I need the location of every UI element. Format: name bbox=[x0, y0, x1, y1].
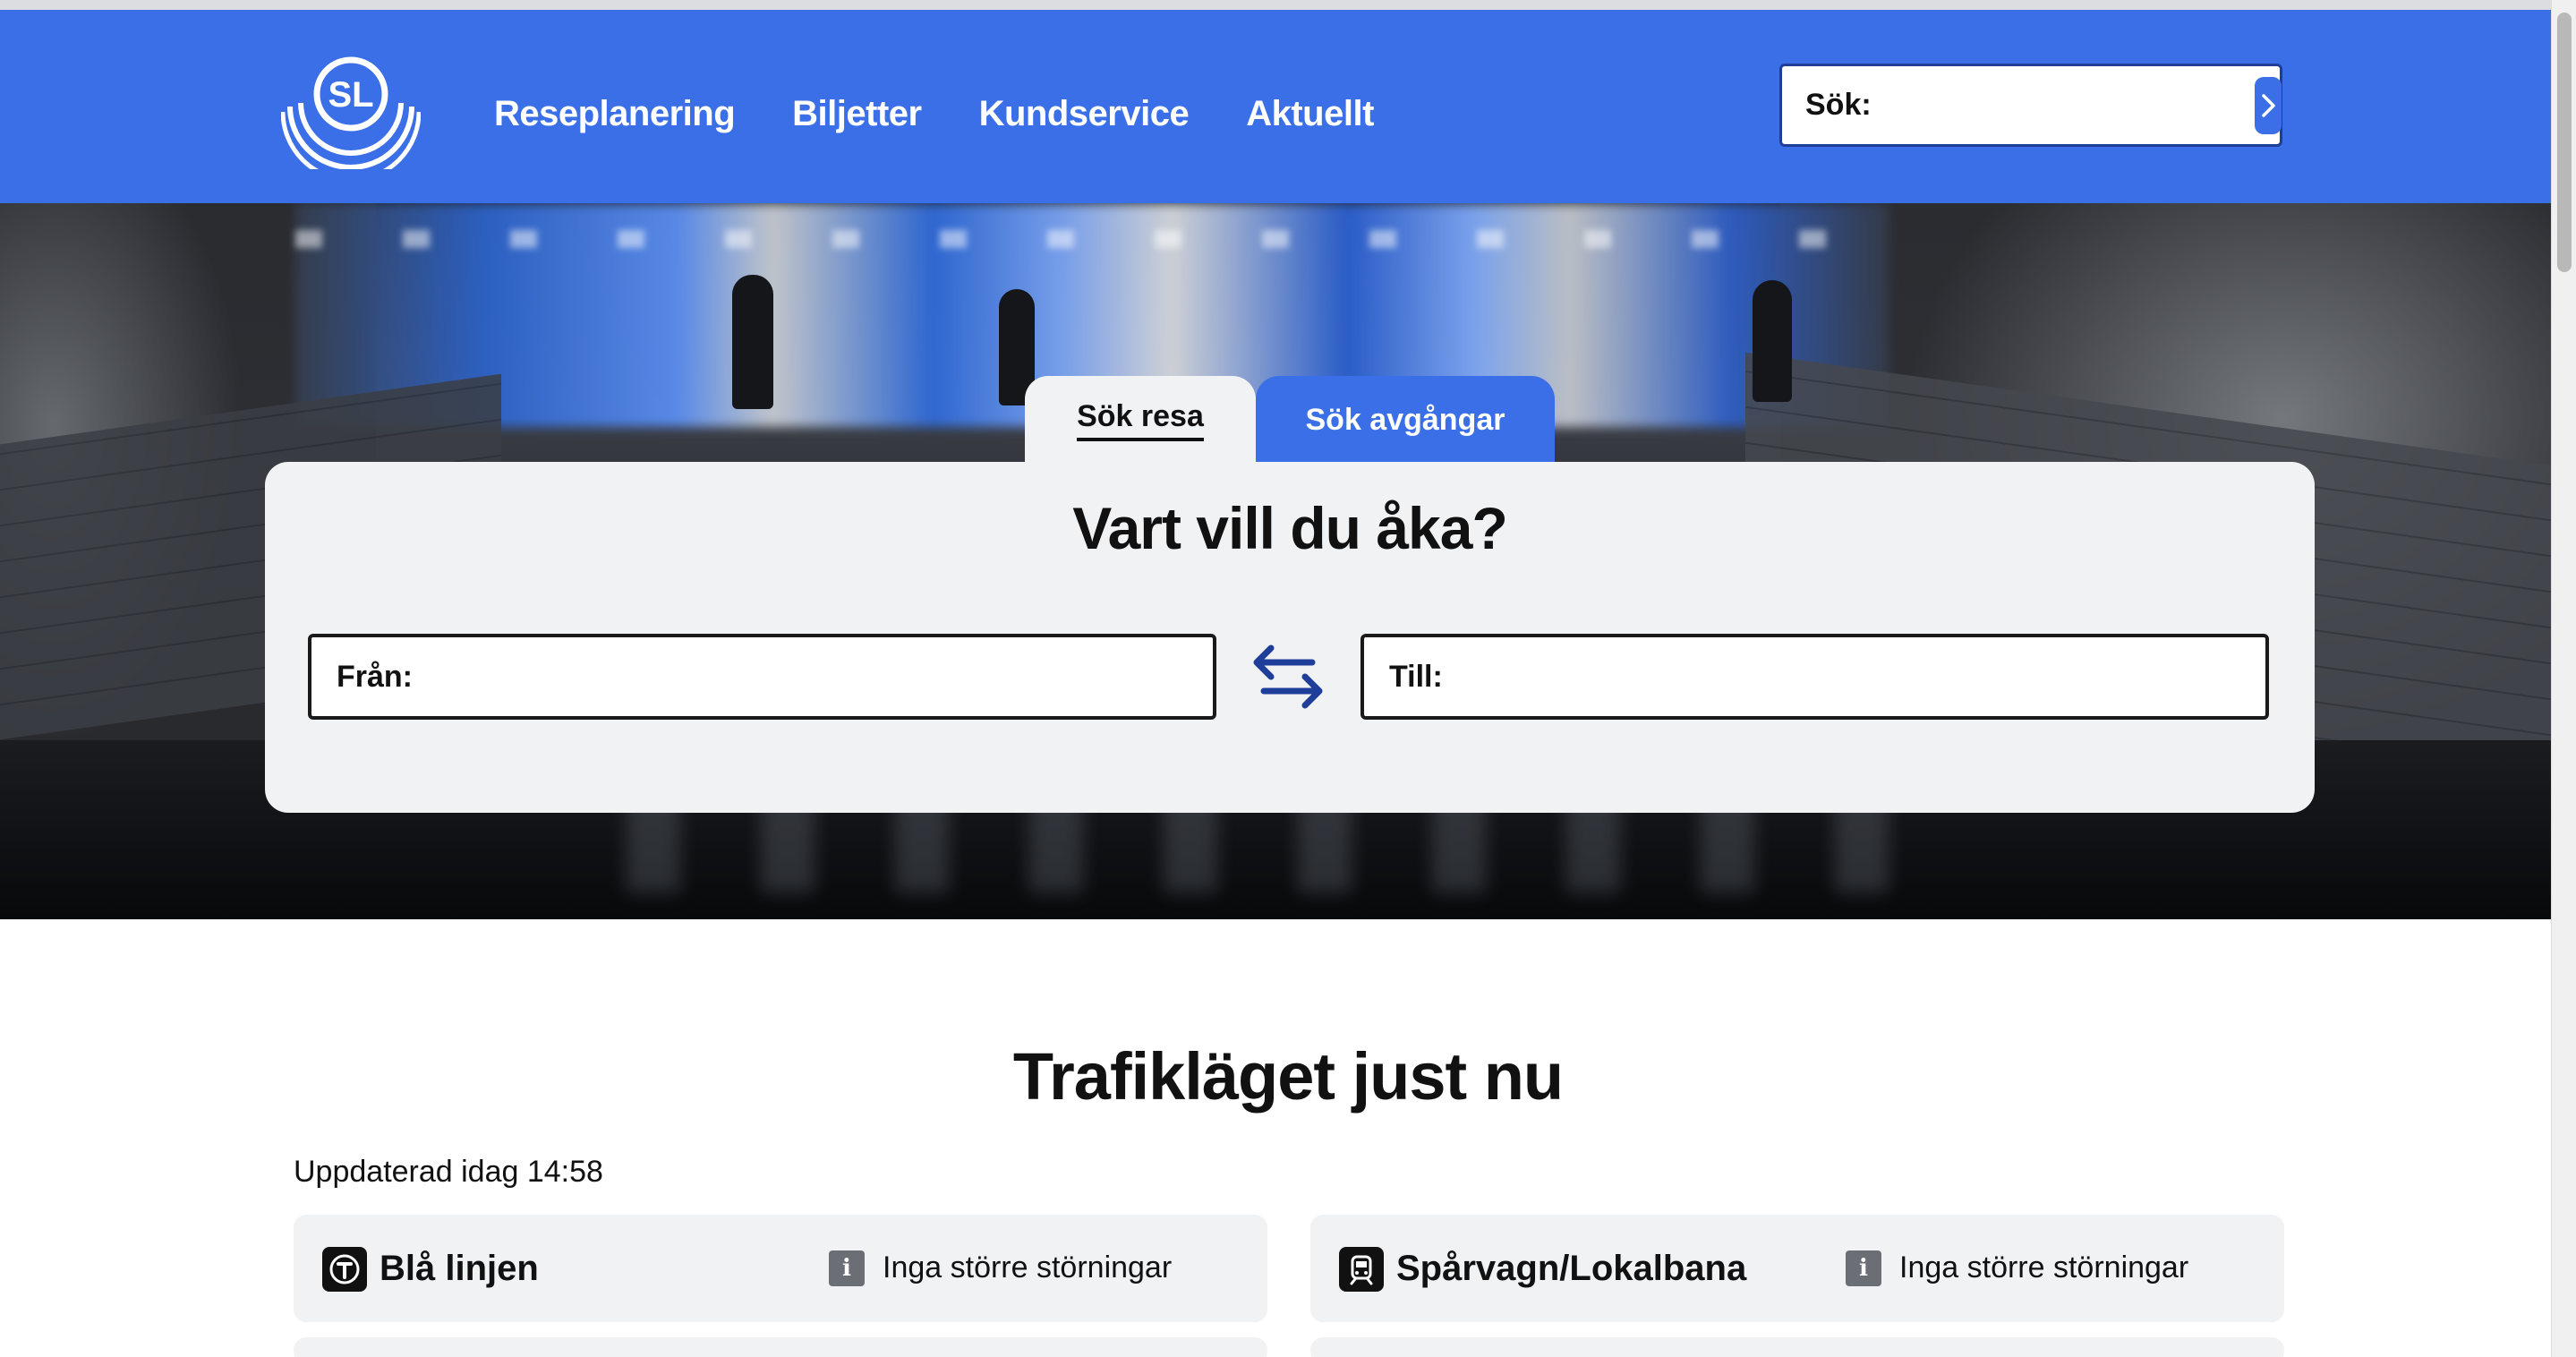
site-search-box: Sök: bbox=[1779, 64, 2282, 147]
info-icon: i bbox=[829, 1250, 865, 1286]
site-search-submit-button[interactable] bbox=[2254, 76, 2282, 134]
traffic-card-bla-linjen[interactable]: Blå linjen i Inga större störningar bbox=[294, 1215, 1267, 1322]
tab-sok-avgangar[interactable]: Sök avgångar bbox=[1256, 376, 1555, 464]
swap-button[interactable] bbox=[1250, 641, 1326, 713]
hero-train-lights bbox=[295, 230, 1889, 248]
from-label: Från: bbox=[337, 659, 413, 694]
traffic-card-sparvagn-lokalbana[interactable]: Spårvagn/Lokalbana i Inga större störnin… bbox=[1310, 1215, 2284, 1322]
nav-aktuellt[interactable]: Aktuellt bbox=[1246, 81, 1374, 146]
from-input[interactable] bbox=[422, 650, 1198, 704]
tab-sok-avgangar-label: Sök avgångar bbox=[1305, 402, 1506, 437]
swap-arrows-icon bbox=[1253, 644, 1323, 709]
browser-top-strip bbox=[0, 0, 2551, 10]
hero-person-walking bbox=[732, 275, 773, 409]
site-search-label: Sök: bbox=[1805, 88, 1872, 122]
site-header: SL Reseplanering Biljetter Kundservice A… bbox=[0, 10, 2551, 203]
planner-heading: Vart vill du åka? bbox=[1072, 495, 1508, 561]
tab-sok-resa-label: Sök resa bbox=[1077, 399, 1204, 441]
page-scrollbar[interactable] bbox=[2551, 0, 2576, 1357]
to-input[interactable] bbox=[1451, 650, 2251, 704]
metro-icon bbox=[322, 1247, 367, 1292]
to-field[interactable]: Till: bbox=[1361, 634, 2269, 720]
traffic-line-status: Inga större störningar bbox=[883, 1250, 1173, 1284]
nav-biljetter[interactable]: Biljetter bbox=[792, 81, 922, 146]
svg-text:SL: SL bbox=[328, 75, 373, 115]
from-field[interactable]: Från: bbox=[308, 634, 1216, 720]
scrollbar-thumb[interactable] bbox=[2557, 13, 2572, 272]
traffic-line-status: Inga större störningar bbox=[1899, 1250, 2189, 1284]
tram-icon bbox=[1339, 1247, 1384, 1292]
sl-logo[interactable]: SL bbox=[280, 47, 422, 183]
traffic-line-name: Spårvagn/Lokalbana bbox=[1396, 1249, 1747, 1288]
main-nav: Reseplanering Biljetter Kundservice Aktu… bbox=[494, 81, 1431, 146]
nav-reseplanering[interactable]: Reseplanering bbox=[494, 81, 736, 146]
nav-kundservice[interactable]: Kundservice bbox=[979, 81, 1190, 146]
tab-sok-resa[interactable]: Sök resa bbox=[1025, 376, 1256, 464]
traffic-card-partial[interactable] bbox=[1310, 1337, 2284, 1357]
traffic-updated-time: Uppdaterad idag 14:58 bbox=[294, 1155, 603, 1189]
traffic-title: Trafikläget just nu bbox=[1012, 1039, 1564, 1114]
hero-person-right bbox=[1753, 280, 1792, 402]
to-label: Till: bbox=[1389, 659, 1443, 694]
traffic-card-partial[interactable] bbox=[294, 1337, 1267, 1357]
chevron-right-icon bbox=[2261, 93, 2275, 117]
trip-planner-panel: Vart vill du åka? Från: Till: bbox=[265, 462, 2315, 813]
site-search-input[interactable] bbox=[1878, 78, 2255, 132]
info-icon: i bbox=[1846, 1250, 1881, 1286]
traffic-line-name: Blå linjen bbox=[380, 1249, 539, 1288]
